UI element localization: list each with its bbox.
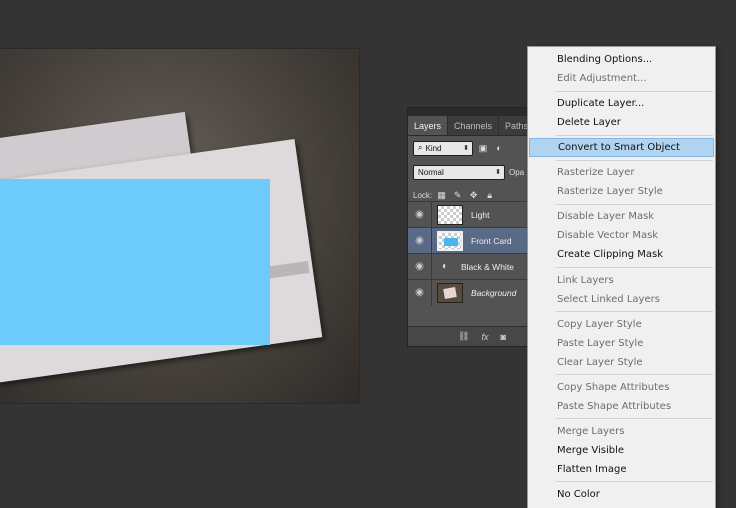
menu-item-disable-vector-mask[interactable]: Disable Vector Mask xyxy=(529,226,714,245)
layer-thumbnail xyxy=(437,204,463,225)
menu-separator xyxy=(556,135,713,136)
layer-thumbnail xyxy=(437,282,463,303)
menu-item-edit-adjustment[interactable]: Edit Adjustment... xyxy=(529,69,714,88)
chevron-updown-icon: ⬍ xyxy=(495,169,501,176)
layer-row-light[interactable]: ◉ Light xyxy=(408,201,531,228)
menu-item-disable-layer-mask[interactable]: Disable Layer Mask xyxy=(529,207,714,226)
layer-name: Light xyxy=(471,209,490,220)
lock-brush-icon[interactable]: ✎ xyxy=(452,190,463,201)
filter-row: ⌕ Kind ⬍ ▣ ◐ xyxy=(408,136,531,160)
menu-item-rasterize-layer-style[interactable]: Rasterize Layer Style xyxy=(529,182,714,201)
menu-item-delete-layer[interactable]: Delete Layer xyxy=(529,113,714,132)
front-card-shape[interactable] xyxy=(0,179,270,345)
menu-item-duplicate-layer[interactable]: Duplicate Layer... xyxy=(529,94,714,113)
lock-transparent-icon[interactable]: ▦ xyxy=(436,190,447,201)
opacity-label: Opa xyxy=(509,167,525,177)
layer-row-front-card[interactable]: ◉ Front Card xyxy=(408,227,531,254)
layers-list: ◉ Light ◉ Front Card ◉ ◐ Black & White ◉… xyxy=(408,201,531,306)
tab-channels[interactable]: Channels xyxy=(448,116,500,135)
pixel-filter-icon[interactable]: ▣ xyxy=(477,142,489,154)
menu-separator xyxy=(556,418,713,419)
blend-row: Normal ⬍ Opa xyxy=(408,160,531,184)
menu-item-copy-shape-attributes[interactable]: Copy Shape Attributes xyxy=(529,378,714,397)
menu-item-paste-shape-attributes[interactable]: Paste Shape Attributes xyxy=(529,397,714,416)
blend-mode-select[interactable]: Normal ⬍ xyxy=(413,164,505,180)
menu-item-merge-visible[interactable]: Merge Visible xyxy=(529,441,714,460)
layer-row-background[interactable]: ◉ Background xyxy=(408,279,531,306)
eye-icon[interactable]: ◉ xyxy=(408,201,432,228)
layer-name: Front Card xyxy=(471,235,512,246)
panel-tabs: Layers Channels Paths xyxy=(408,116,536,136)
layer-name: Background xyxy=(471,287,517,298)
menu-separator xyxy=(556,374,713,375)
adjustment-layer-icon: ◐ xyxy=(441,261,449,272)
link-icon[interactable]: ⛓ xyxy=(458,331,469,342)
menu-item-convert-to-smart-object[interactable]: Convert to Smart Object xyxy=(529,138,714,157)
menu-separator xyxy=(556,481,713,482)
fx-icon[interactable]: fx xyxy=(481,332,488,342)
eye-icon[interactable]: ◉ xyxy=(408,253,432,280)
kind-filter-value: Kind xyxy=(425,143,442,153)
menu-item-rasterize-layer[interactable]: Rasterize Layer xyxy=(529,163,714,182)
eye-icon[interactable]: ◉ xyxy=(408,227,432,254)
panel-title-bar[interactable] xyxy=(408,108,531,116)
menu-separator xyxy=(556,204,713,205)
menu-item-clear-layer-style[interactable]: Clear Layer Style xyxy=(529,353,714,372)
kind-filter-select[interactable]: ⌕ Kind ⬍ xyxy=(413,140,473,156)
menu-item-merge-layers[interactable]: Merge Layers xyxy=(529,422,714,441)
menu-item-select-linked-layers[interactable]: Select Linked Layers xyxy=(529,290,714,309)
menu-item-blending-options[interactable]: Blending Options... xyxy=(529,50,714,69)
menu-separator xyxy=(556,267,713,268)
layer-thumbnail xyxy=(437,230,463,251)
document-canvas[interactable] xyxy=(0,49,359,403)
tab-layers[interactable]: Layers xyxy=(408,116,449,135)
chevron-updown-icon: ⬍ xyxy=(463,145,469,152)
blend-mode-value: Normal xyxy=(418,167,444,177)
menu-item-copy-layer-style[interactable]: Copy Layer Style xyxy=(529,315,714,334)
lock-move-icon[interactable]: ✥ xyxy=(468,190,479,201)
menu-item-paste-layer-style[interactable]: Paste Layer Style xyxy=(529,334,714,353)
mask-icon[interactable]: ◙ xyxy=(500,332,505,342)
layers-panel: Layers Channels Paths ⌕ Kind ⬍ ▣ ◐ Norma… xyxy=(407,107,536,347)
eye-icon[interactable]: ◉ xyxy=(408,279,432,306)
panel-footer: ⛓ fx ◙ xyxy=(408,326,531,346)
menu-item-link-layers[interactable]: Link Layers xyxy=(529,271,714,290)
menu-item-no-color[interactable]: No Color xyxy=(529,485,714,504)
menu-item-create-clipping-mask[interactable]: Create Clipping Mask xyxy=(529,245,714,264)
menu-separator xyxy=(556,91,713,92)
layer-row-black-white[interactable]: ◉ ◐ Black & White xyxy=(408,253,531,280)
adjustment-filter-icon[interactable]: ◐ xyxy=(493,142,505,154)
search-icon: ⌕ xyxy=(418,143,423,152)
menu-separator xyxy=(556,311,713,312)
menu-separator xyxy=(556,160,713,161)
lock-all-icon[interactable]: 🔒︎ xyxy=(484,190,495,201)
menu-item-flatten-image[interactable]: Flatten Image xyxy=(529,460,714,479)
layer-context-menu: Blending Options... Edit Adjustment... D… xyxy=(527,46,716,508)
lock-label: Lock: xyxy=(413,190,433,200)
layer-name: Black & White xyxy=(461,261,514,272)
